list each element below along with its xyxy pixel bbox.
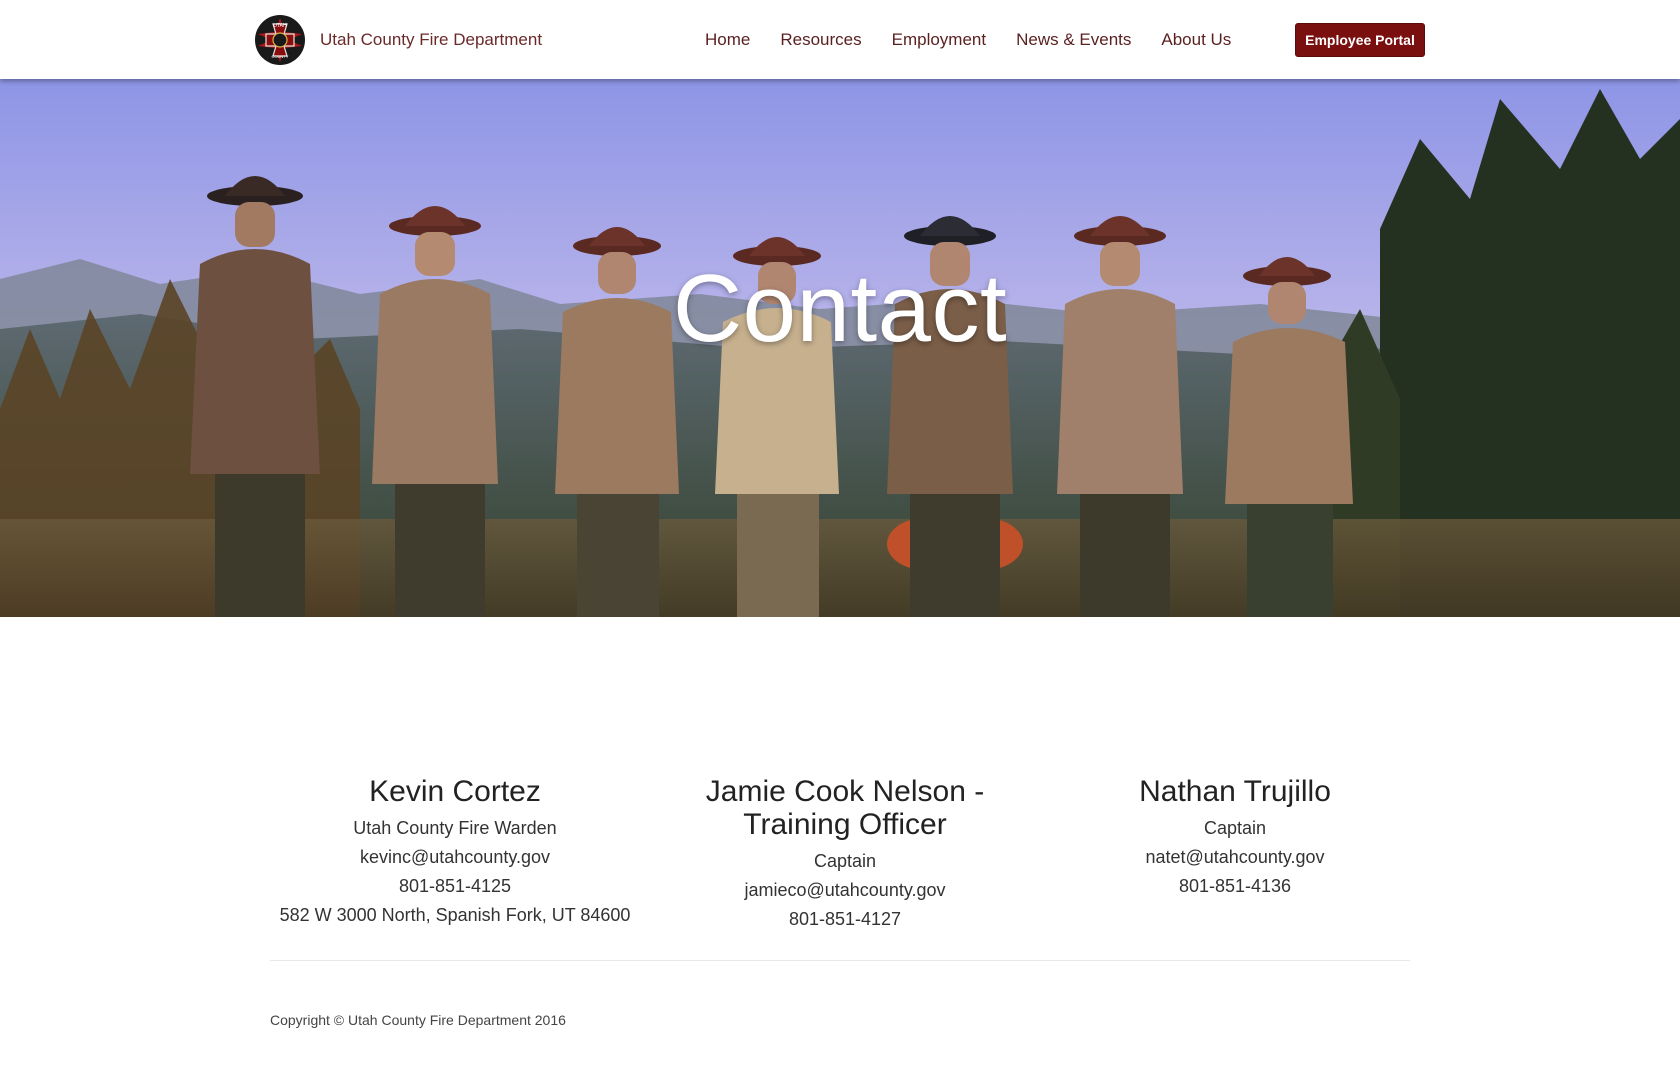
nav-item-about-us: About Us bbox=[1146, 30, 1246, 50]
contact-name: Kevin Cortez bbox=[369, 775, 541, 808]
main-nav: Home Resources Employment News & Events … bbox=[690, 0, 1246, 79]
contacts-section: Kevin Cortez Utah County Fire Warden kev… bbox=[260, 775, 1430, 934]
nav-link-employment[interactable]: Employment bbox=[877, 30, 1001, 50]
contact-address: 582 W 3000 North, Spanish Fork, UT 84600 bbox=[279, 905, 631, 925]
contact-email[interactable]: kevinc@utahcounty.gov bbox=[260, 843, 650, 872]
fire-department-logo: UTAH COUNTY bbox=[255, 15, 305, 65]
nav-link-resources[interactable]: Resources bbox=[765, 30, 876, 50]
brand-link[interactable]: UTAH COUNTY Utah County Fire Department bbox=[254, 13, 542, 67]
contact-phone[interactable]: 801-851-4127 bbox=[650, 905, 1040, 934]
contact-email[interactable]: jamieco@utahcounty.gov bbox=[650, 876, 1040, 905]
nav-item-resources: Resources bbox=[765, 30, 876, 50]
employee-portal-button[interactable]: Employee Portal bbox=[1295, 23, 1425, 57]
contact-email[interactable]: natet@utahcounty.gov bbox=[1040, 843, 1430, 872]
nav-link-about-us[interactable]: About Us bbox=[1146, 30, 1246, 50]
page-title: Contact bbox=[672, 255, 1008, 362]
brand-name: Utah County Fire Department bbox=[320, 30, 543, 49]
nav-item-news-events: News & Events bbox=[1001, 30, 1146, 50]
nav-link-home[interactable]: Home bbox=[690, 30, 765, 50]
contact-title: Captain bbox=[813, 851, 877, 871]
contact-phone[interactable]: 801-851-4136 bbox=[1040, 872, 1430, 901]
contact-card: Kevin Cortez Utah County Fire Warden kev… bbox=[260, 775, 650, 934]
contact-phone[interactable]: 801-851-4125 bbox=[260, 872, 650, 901]
footer-divider bbox=[270, 960, 1410, 961]
contact-title: Utah County Fire Warden bbox=[353, 818, 557, 838]
contact-name: Jamie Cook Nelson - Training Officer bbox=[705, 775, 985, 841]
nav-item-home: Home bbox=[690, 30, 765, 50]
top-navbar: UTAH COUNTY Utah County Fire Department … bbox=[0, 0, 1680, 79]
logo-text-top: UTAH bbox=[273, 23, 287, 29]
contact-card: Jamie Cook Nelson - Training Officer Cap… bbox=[650, 775, 1040, 934]
contact-card: Nathan Trujillo Captain natet@utahcounty… bbox=[1040, 775, 1430, 934]
nav-link-news-events[interactable]: News & Events bbox=[1001, 30, 1146, 50]
logo-text-bottom: COUNTY bbox=[272, 54, 289, 59]
hero-banner: Contact bbox=[0, 79, 1680, 617]
contact-name: Nathan Trujillo bbox=[1139, 775, 1331, 808]
footer-copyright: Copyright © Utah County Fire Department … bbox=[270, 1012, 566, 1028]
contact-title: Captain bbox=[1203, 818, 1267, 838]
nav-item-employment: Employment bbox=[877, 30, 1001, 50]
